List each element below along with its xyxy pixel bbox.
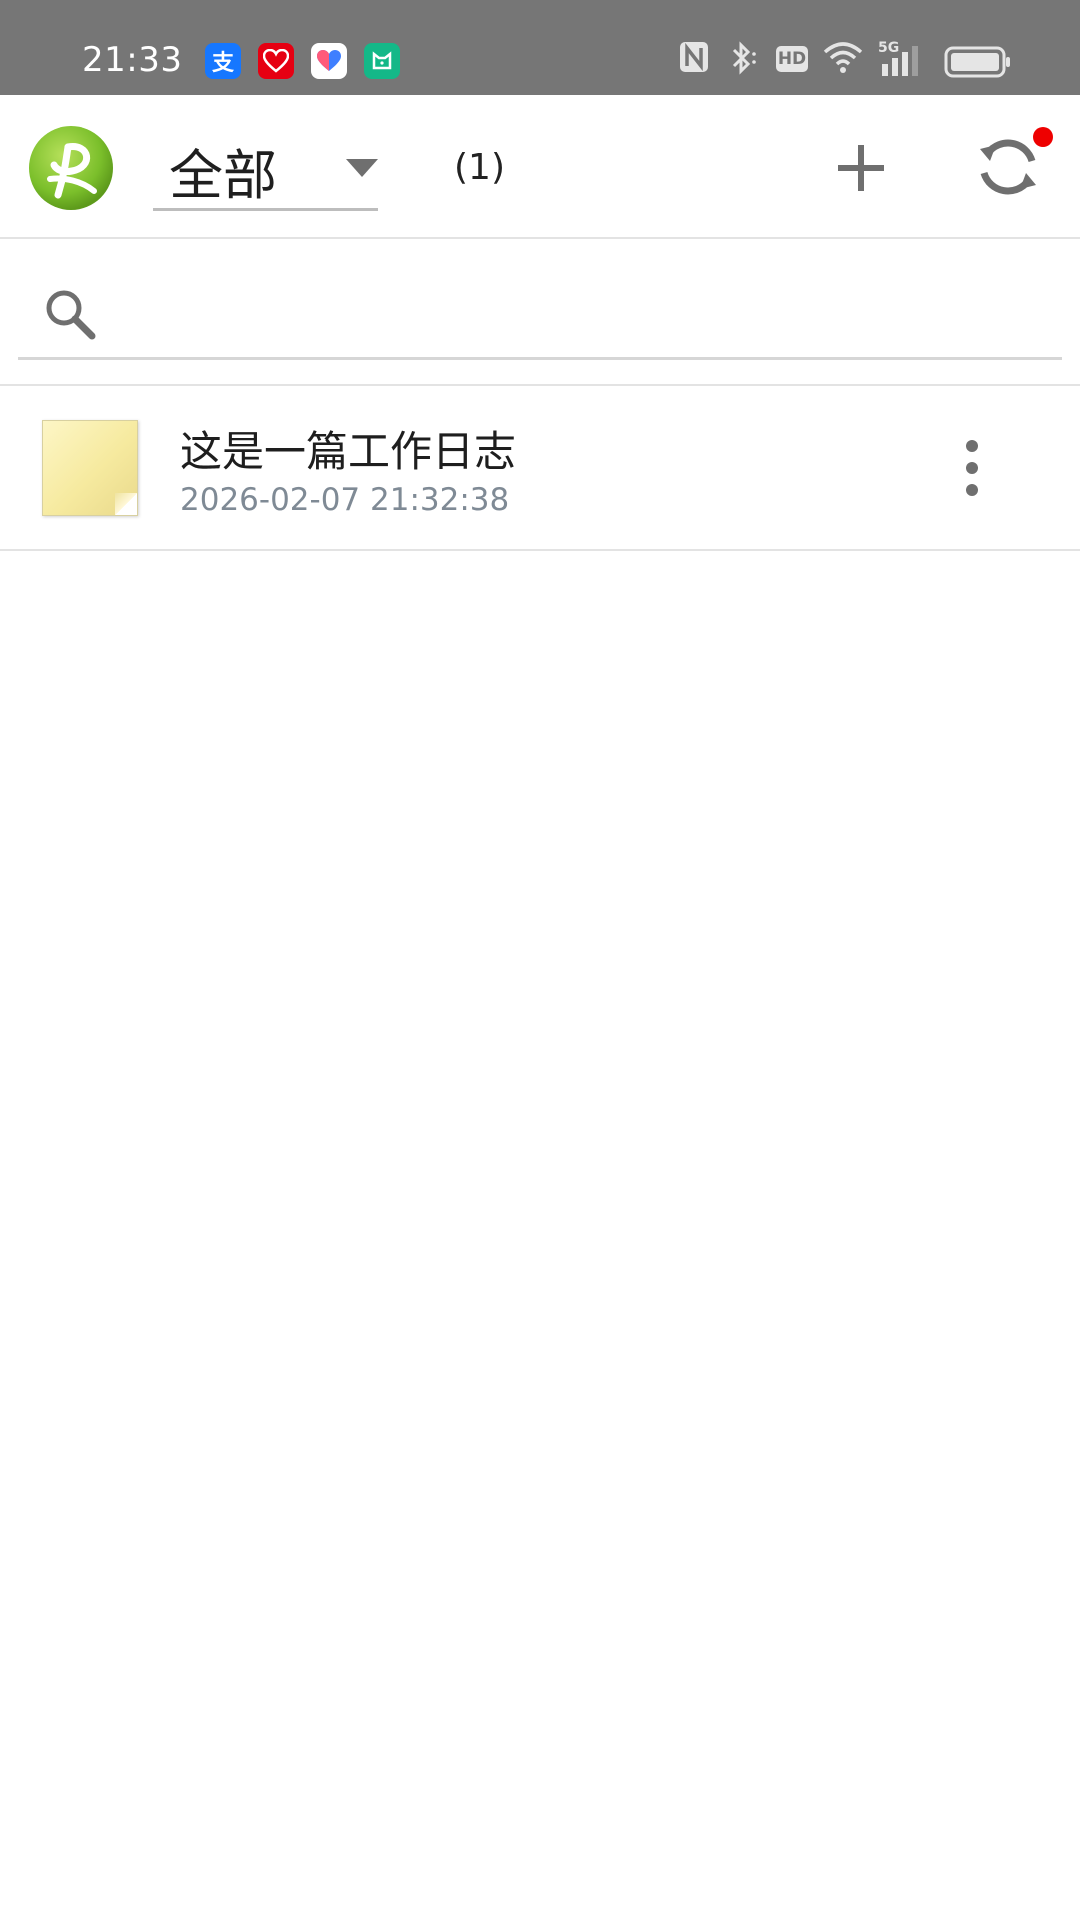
sync-badge [1033, 127, 1053, 147]
note-list-item[interactable]: 这是一篇工作日志 2026-02-07 21:32:38 [0, 386, 1080, 551]
note-thumbnail [42, 420, 138, 516]
wifi-icon [822, 40, 864, 76]
taobao-heart-icon [258, 43, 294, 79]
status-time: 21:33 [82, 40, 183, 80]
search-bar [18, 270, 1062, 360]
category-label: 全部 [169, 144, 277, 207]
bluetooth-icon [726, 40, 762, 76]
more-vertical-icon [966, 440, 978, 496]
note-more-button[interactable] [952, 436, 992, 500]
add-note-button[interactable] [836, 143, 886, 193]
health-heart-icon [311, 43, 347, 79]
sync-button[interactable] [968, 127, 1053, 207]
mi-home-icon [364, 43, 400, 79]
app-bar: 全部 (1) [0, 95, 1080, 239]
alipay-icon: 支 [205, 43, 241, 79]
plus-icon [838, 145, 884, 191]
nfc-icon [678, 40, 710, 74]
search-icon [46, 290, 96, 340]
chevron-down-icon [346, 159, 378, 177]
app-logo-icon[interactable] [28, 125, 114, 211]
search-input[interactable] [118, 282, 1038, 348]
category-dropdown[interactable]: 全部 [153, 121, 378, 211]
status-bar: 21:33 支 HD 5G [0, 0, 1080, 95]
signal-5g-icon: 5G [878, 40, 926, 78]
note-count: (1) [454, 147, 505, 188]
battery-icon [944, 46, 1012, 78]
hd-icon: HD [776, 46, 808, 72]
note-date: 2026-02-07 21:32:38 [180, 482, 510, 518]
note-title: 这是一篇工作日志 [180, 427, 517, 476]
